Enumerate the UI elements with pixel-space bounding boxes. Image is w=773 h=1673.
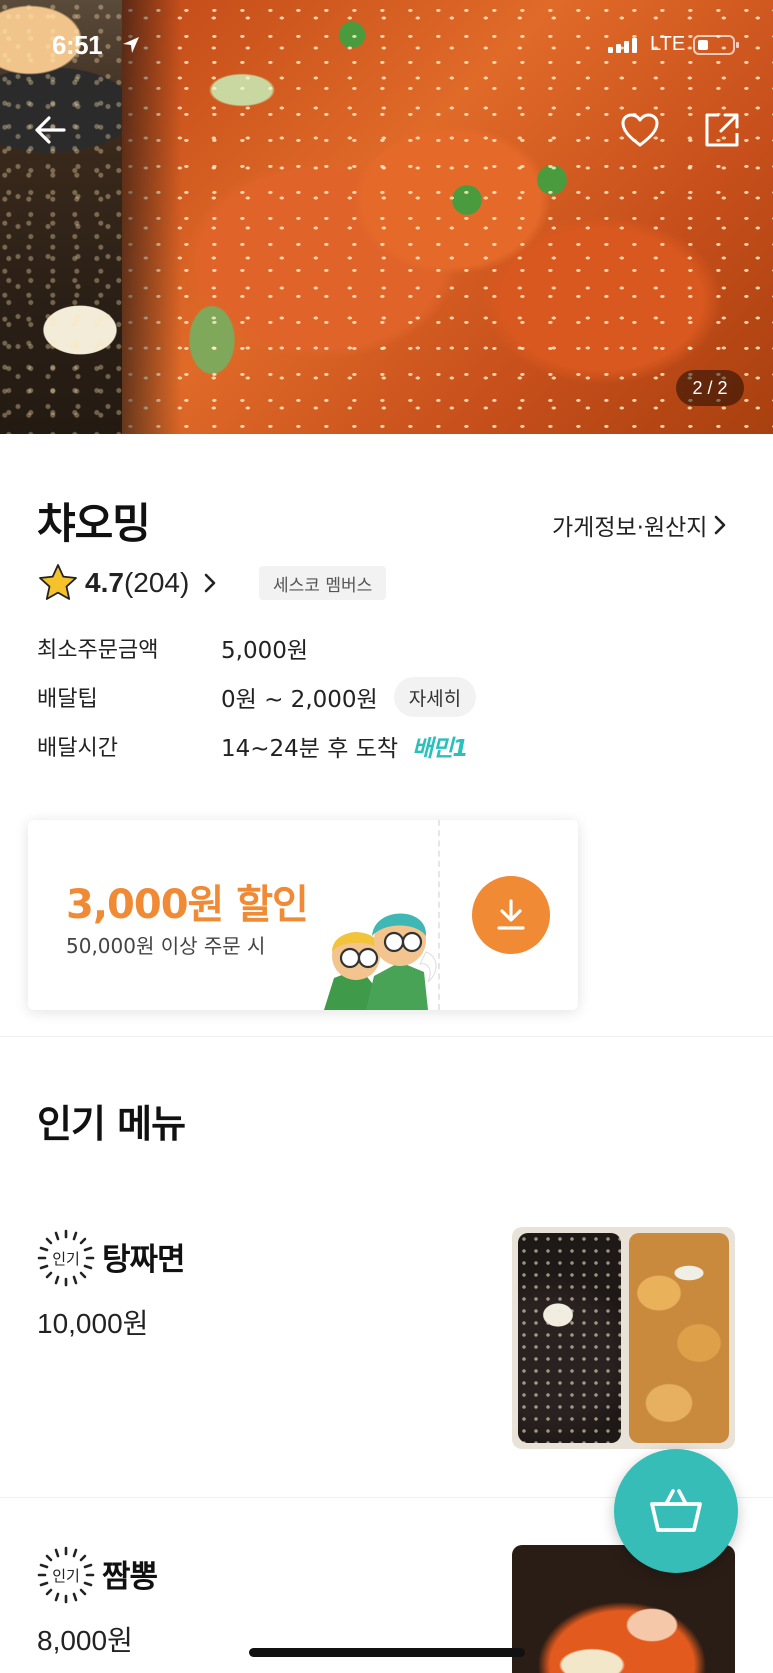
coupon-character-illustration [324,913,437,1010]
chevron-right-icon [205,573,216,593]
status-time: 6:51 [52,30,103,60]
menu-item-name: 짬뽕 [102,1559,158,1595]
gallery-previous-photo [0,0,122,434]
rating-value: 4.7 [85,567,124,598]
coupon-condition: 50,000원 이상 주문 시 [66,934,266,958]
coupon-title: 3,000원 할인 [66,882,309,928]
popular-badge-icon: 인기 [37,1229,95,1287]
cart-button[interactable] [614,1449,738,1573]
baemin1-logo: 배민1 [412,736,468,762]
review-count: (204) [123,567,190,598]
menu-item[interactable]: 인기 탕짜면 10,000원 [0,1225,773,1455]
svg-text:인기: 인기 [52,1567,80,1585]
delivery-time-label: 배달시간 [37,736,118,761]
back-button[interactable] [28,108,72,152]
menu-item-price: 8,000원 [37,1625,133,1656]
menu-item-price: 10,000원 [37,1308,149,1339]
menu-item-photo [512,1227,735,1449]
status-bar: 6:51 LTE [0,30,773,60]
chevron-right-icon [715,515,726,535]
store-name: 챠오밍 [37,499,151,548]
coupon-card[interactable]: 3,000원 할인 50,000원 이상 주문 시 [28,820,578,1010]
min-order-label: 최소주문금액 [37,638,159,663]
svg-text:인기: 인기 [52,1250,80,1268]
popular-menu-title: 인기 메뉴 [37,1102,186,1146]
coupon-download-button[interactable] [472,876,550,954]
delivery-tip-detail-button[interactable]: 자세히 [393,677,477,717]
signal-icon [608,38,637,53]
network-label: LTE [650,33,686,55]
delivery-tip-value: 0원 ~ 2,000원 [221,687,378,713]
cesco-members-badge: 세스코 멤버스 [259,566,387,600]
delivery-tip-label: 배달팁 [37,687,98,712]
min-order-value: 5,000원 [221,638,309,664]
popular-badge-icon: 인기 [37,1546,95,1604]
hero-gallery[interactable]: 6:51 LTE 2 / 2 [0,0,773,434]
delivery-time-value: 14~24분 후 도착 [221,736,399,762]
store-info-link[interactable]: 가게정보·원산지 [552,508,727,542]
star-icon [39,564,77,600]
back-arrow-icon [35,116,66,144]
share-icon [705,113,739,147]
rating-link[interactable]: 4.7 (204) [37,561,217,605]
gallery-current-photo [122,0,773,434]
download-icon [497,899,525,930]
home-indicator [249,1648,525,1657]
basket-icon [650,1489,702,1532]
location-arrow-icon [123,37,139,53]
favorite-button[interactable] [618,108,662,152]
store-info-link-label: 가게정보·원산지 [552,515,708,541]
menu-item-name: 탕짜면 [102,1242,186,1278]
battery-icon [693,35,739,55]
gallery-page-indicator: 2 / 2 [676,370,744,406]
share-button[interactable] [700,108,744,152]
heart-icon [621,113,659,147]
